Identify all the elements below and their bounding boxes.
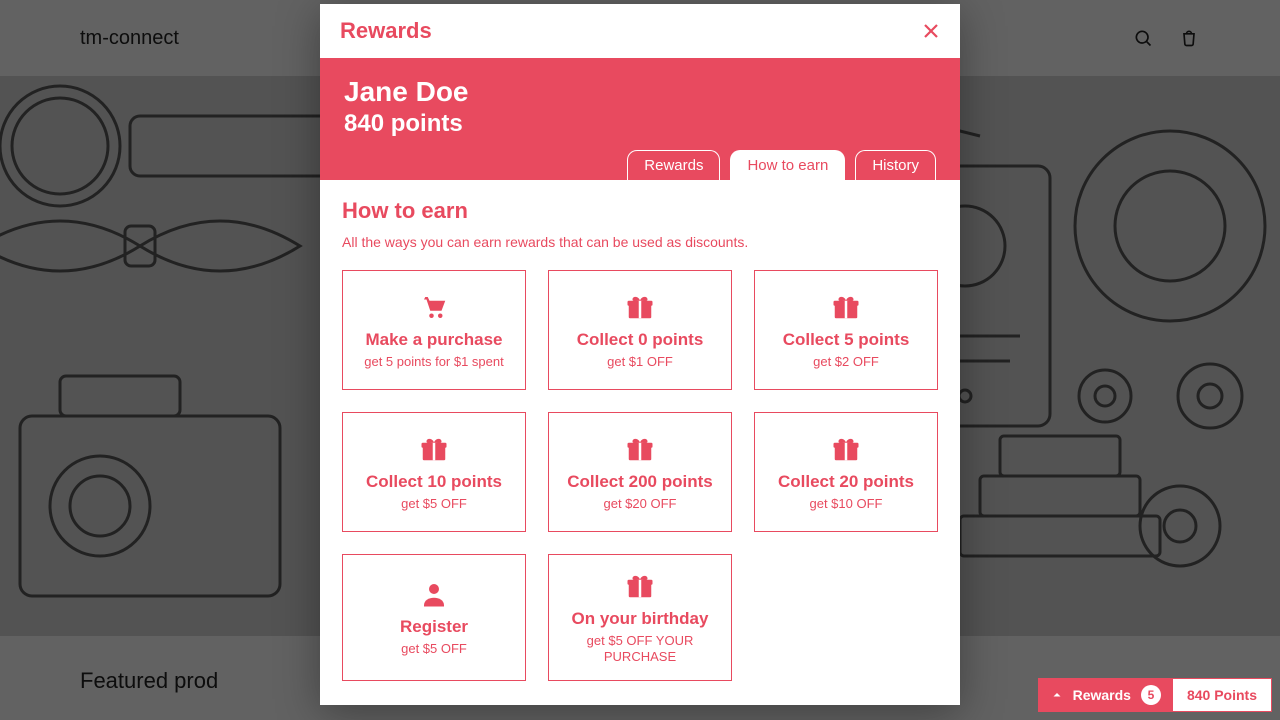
card-title: Collect 0 points	[577, 330, 704, 350]
card-subtitle: get $2 OFF	[813, 354, 879, 370]
modal-title: Rewards	[340, 18, 432, 44]
card-subtitle: get $5 OFF YOUR PURCHASE	[559, 633, 721, 666]
card-title: Collect 200 points	[567, 472, 712, 492]
modal-body: How to earn All the ways you can earn re…	[320, 180, 960, 705]
section-title: How to earn	[342, 198, 938, 224]
modal-hero: Jane Doe 840 points Rewards How to earn …	[320, 58, 960, 180]
earn-grid: Make a purchase get 5 points for $1 spent…	[342, 270, 938, 681]
close-icon[interactable]	[922, 22, 940, 40]
earn-card[interactable]: On your birthday get $5 OFF YOUR PURCHASE	[548, 554, 732, 681]
user-points: 840 points	[344, 110, 936, 138]
launcher-label: Rewards	[1073, 687, 1131, 703]
gift-icon	[829, 434, 863, 464]
earn-card[interactable]: Make a purchase get 5 points for $1 spent	[342, 270, 526, 390]
gift-icon	[623, 434, 657, 464]
tab-rewards[interactable]: Rewards	[627, 150, 720, 180]
tab-history[interactable]: History	[855, 150, 936, 180]
launcher-points[interactable]: 840 Points	[1173, 679, 1271, 711]
card-subtitle: get $20 OFF	[604, 496, 677, 512]
gift-icon	[623, 292, 657, 322]
earn-card[interactable]: Collect 5 points get $2 OFF	[754, 270, 938, 390]
card-title: Make a purchase	[365, 330, 502, 350]
card-title: Register	[400, 617, 468, 637]
gift-icon	[417, 434, 451, 464]
user-name: Jane Doe	[344, 76, 936, 108]
card-title: Collect 20 points	[778, 472, 914, 492]
cart-icon	[417, 292, 451, 322]
card-subtitle: get $5 OFF	[401, 641, 467, 657]
launcher-main[interactable]: Rewards 5	[1039, 679, 1173, 711]
earn-card[interactable]: Collect 10 points get $5 OFF	[342, 412, 526, 532]
earn-card[interactable]: Register get $5 OFF	[342, 554, 526, 681]
gift-icon	[829, 292, 863, 322]
gift-icon	[623, 571, 657, 601]
rewards-launcher[interactable]: Rewards 5 840 Points	[1038, 678, 1272, 712]
section-subtitle: All the ways you can earn rewards that c…	[342, 234, 938, 250]
account-icon	[417, 579, 451, 609]
card-subtitle: get 5 points for $1 spent	[364, 354, 503, 370]
earn-card[interactable]: Collect 200 points get $20 OFF	[548, 412, 732, 532]
modal-tabs: Rewards How to earn History	[344, 150, 936, 180]
launcher-badge: 5	[1141, 685, 1161, 705]
card-title: Collect 5 points	[783, 330, 910, 350]
rewards-modal: Rewards Jane Doe 840 points Rewards How …	[320, 4, 960, 705]
tab-how-to-earn[interactable]: How to earn	[730, 150, 845, 180]
card-title: Collect 10 points	[366, 472, 502, 492]
card-subtitle: get $5 OFF	[401, 496, 467, 512]
card-subtitle: get $10 OFF	[810, 496, 883, 512]
chevron-up-icon	[1051, 689, 1063, 701]
card-title: On your birthday	[572, 609, 709, 629]
modal-header: Rewards	[320, 4, 960, 58]
earn-card[interactable]: Collect 20 points get $10 OFF	[754, 412, 938, 532]
earn-card[interactable]: Collect 0 points get $1 OFF	[548, 270, 732, 390]
card-subtitle: get $1 OFF	[607, 354, 673, 370]
